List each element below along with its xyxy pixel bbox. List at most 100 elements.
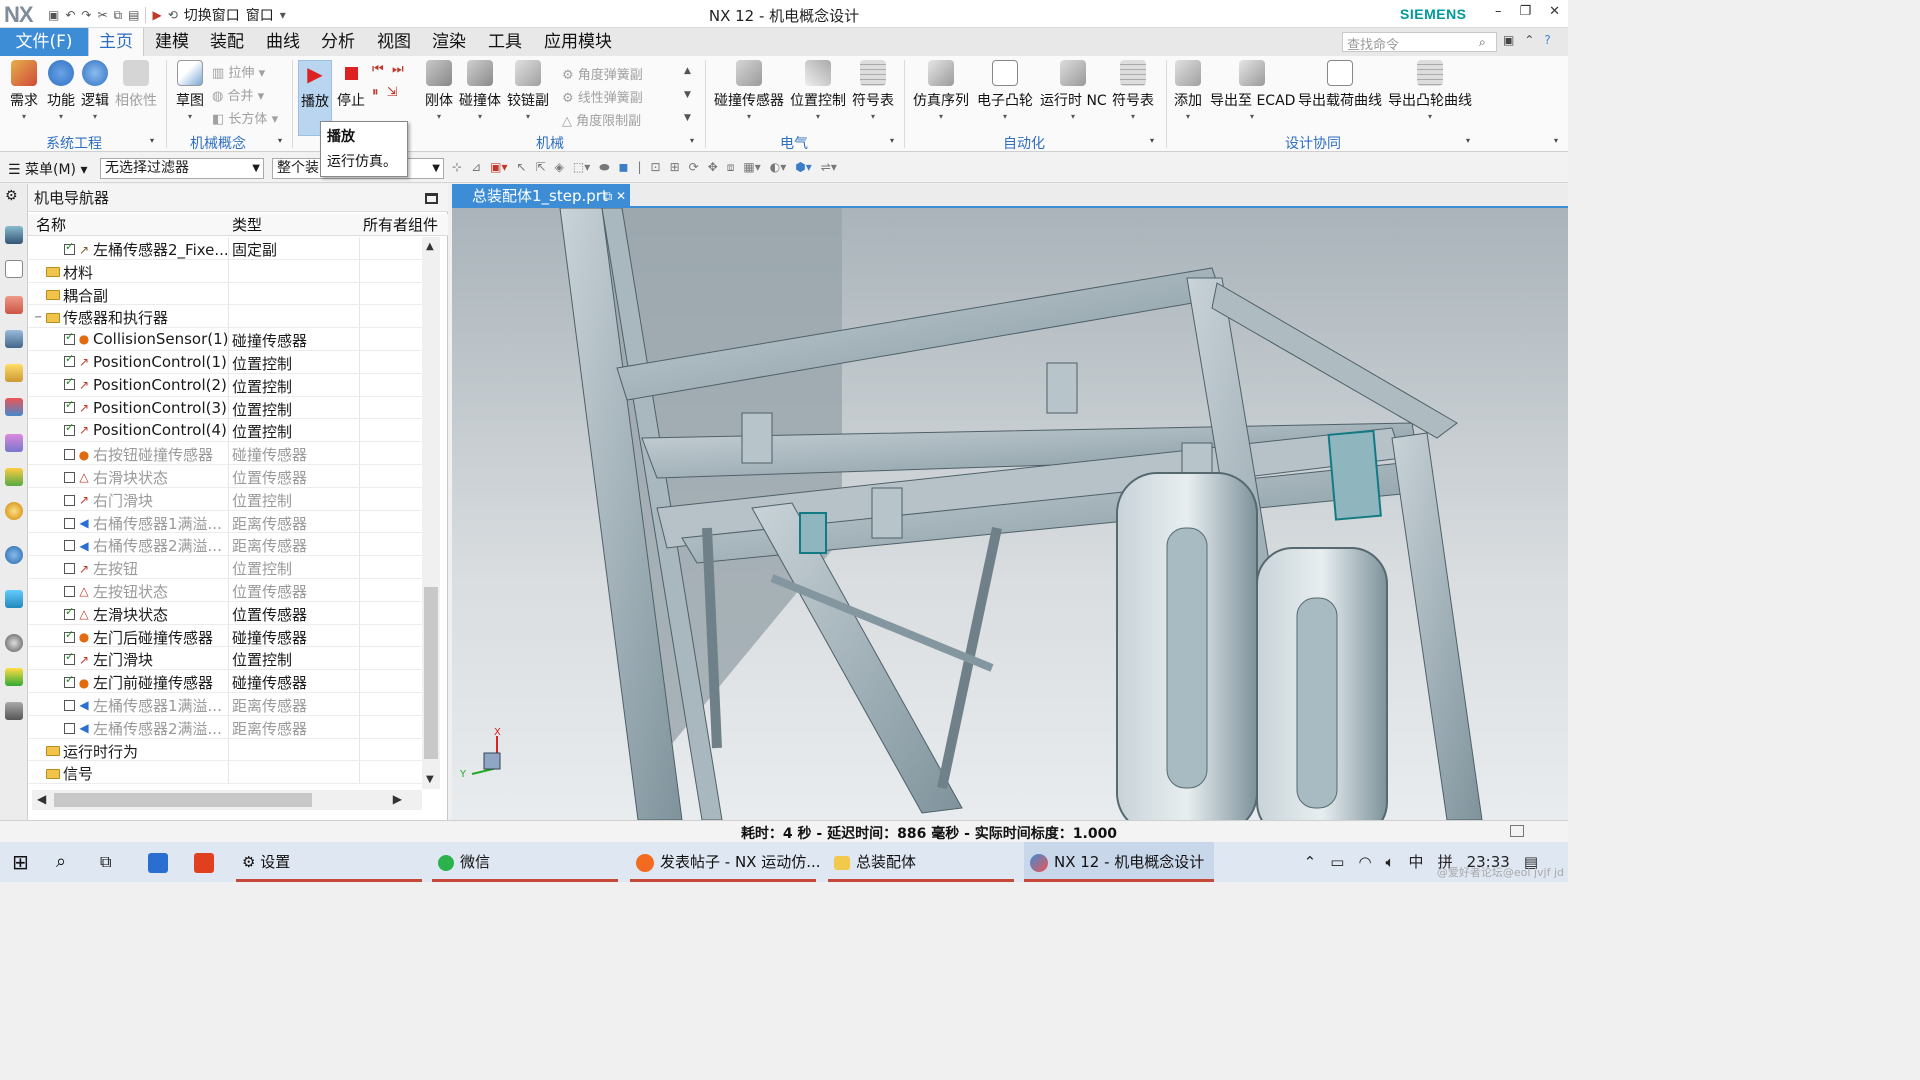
enable-checkbox[interactable]	[64, 605, 75, 620]
pan-icon[interactable]: ✥	[708, 160, 718, 175]
view-orient-icon[interactable]: ⬢▾	[795, 160, 812, 175]
tree-row[interactable]: ●CollisionSensor(1)碰撞传感器	[28, 328, 422, 351]
group-dropdown-icon[interactable]: ▾	[690, 136, 694, 145]
close-tab-icon[interactable]: ⧉ ✕	[604, 184, 626, 208]
ime-indicator[interactable]: 中	[1409, 842, 1424, 882]
cube-icon[interactable]: ◼	[618, 160, 628, 175]
wifi-icon[interactable]: ◠	[1358, 842, 1371, 882]
tree-row[interactable]: ◀ 左桶传感器2满溢... 距离传感器	[28, 715, 422, 739]
enable-checkbox[interactable]	[64, 421, 75, 436]
taskbar-explorer[interactable]: 总装配体	[828, 842, 1014, 882]
pick-icon[interactable]: ↖	[517, 160, 527, 175]
enable-checkbox[interactable]	[64, 722, 75, 734]
minimize-button[interactable]: –	[1495, 4, 1502, 19]
restore-button[interactable]: ❐	[1519, 4, 1531, 19]
tree-row[interactable]: ◀ 右桶传感器2满溢... 距离传感器	[28, 533, 422, 557]
scroll-left-icon[interactable]: ◀	[37, 792, 46, 806]
taskbar-nx[interactable]: NX 12 - 机电概念设计	[1024, 842, 1214, 882]
tray-chevron-icon[interactable]: ⌃	[1304, 842, 1317, 882]
history-icon[interactable]	[5, 502, 23, 520]
undo-icon[interactable]: ↶	[65, 8, 75, 22]
tree-row[interactable]: − 传感器和执行器	[28, 305, 422, 329]
pick-region-icon[interactable]: ⬚▾	[573, 160, 590, 175]
group-dropdown-icon[interactable]: ▾	[150, 136, 154, 145]
sketch-button[interactable]: 草图 ▾	[172, 60, 208, 121]
dependency-button[interactable]: 相依性	[114, 60, 158, 110]
runtime-nc-button[interactable]: 运行时 NC ▾	[1040, 60, 1107, 121]
tab-curve[interactable]: 曲线	[256, 28, 310, 56]
pick-multi-icon[interactable]: ⇱	[536, 160, 546, 175]
tree-row[interactable]: △ 右滑块状态 位置传感器	[28, 464, 422, 488]
tab-view[interactable]: 视图	[367, 28, 421, 56]
gallery-up-icon[interactable]: ▲	[684, 66, 691, 76]
web-browser-icon[interactable]	[5, 468, 23, 486]
enable-checkbox[interactable]	[64, 650, 75, 666]
tree-row[interactable]: △ 左按钮状态 位置传感器	[28, 578, 422, 602]
enable-checkbox[interactable]	[64, 628, 75, 643]
tree-row[interactable]: ↗PositionControl(4) 位置控制	[28, 419, 422, 443]
tree-row[interactable]: ◀ 右桶传感器1满溢... 距离传感器	[28, 510, 422, 534]
rigid-body-button[interactable]: 刚体 ▾	[424, 60, 454, 121]
perspective-icon[interactable]: ⧈	[727, 160, 735, 175]
tree-row[interactable]: ↗左桶传感器2_Fixe...固定副	[28, 237, 422, 260]
logic-button[interactable]: 逻辑 ▾	[78, 60, 112, 121]
position-control-button[interactable]: 位置控制 ▾	[790, 60, 846, 121]
tree-row[interactable]: ↗PositionControl(1) 位置控制	[28, 350, 422, 374]
enable-checkbox[interactable]	[64, 517, 75, 529]
export-load-curve-button[interactable]: 导出载荷曲线	[1298, 60, 1382, 110]
angular-spring-button[interactable]: ⚙ 角度弹簧副	[562, 64, 643, 83]
ribbon-overflow-icon[interactable]: ▾	[1554, 136, 1558, 145]
window-icon[interactable]: ▣	[1503, 33, 1514, 47]
battery-icon[interactable]: ▭	[1330, 842, 1344, 882]
group-dropdown-icon[interactable]: ▾	[890, 136, 894, 145]
block-button[interactable]: ◧ 长方体 ▾	[212, 108, 278, 127]
tab-file[interactable]: 文件(F)	[0, 28, 88, 56]
scroll-thumb[interactable]	[54, 793, 312, 807]
volume-icon[interactable]: 🔈︎	[1386, 842, 1395, 882]
function-button[interactable]: 功能 ▾	[44, 60, 78, 121]
window-menu-button[interactable]: 窗口	[246, 5, 274, 25]
tree-row[interactable]: 耦合副	[28, 282, 422, 306]
tree-row[interactable]: ↗ 右门滑块 位置控制	[28, 487, 422, 511]
enable-checkbox[interactable]	[64, 330, 75, 345]
hd3d-tools-icon[interactable]	[5, 398, 23, 416]
snap-point-icon[interactable]: ⊿	[471, 160, 481, 175]
signal-mapping-icon[interactable]	[5, 702, 23, 720]
scroll-thumb[interactable]	[424, 587, 438, 759]
tab-application[interactable]: 应用模块	[534, 28, 622, 56]
collapse-ribbon-icon[interactable]: ⌃	[1524, 33, 1534, 47]
taskbar-wechat[interactable]: 微信	[432, 842, 618, 882]
customize-dropdown-icon[interactable]: ▾	[280, 8, 286, 22]
tab-analysis[interactable]: 分析	[311, 28, 365, 56]
export-ecad-button[interactable]: 导出至 ECAD ▾	[1210, 60, 1295, 121]
tab-render[interactable]: 渲染	[422, 28, 476, 56]
tree-row[interactable]: △ 左滑块状态 位置传感器	[28, 601, 422, 625]
part-nav-icon[interactable]	[5, 330, 23, 348]
enable-checkbox[interactable]	[64, 494, 75, 506]
electronic-cam-button[interactable]: 电子凸轮 ▾	[976, 60, 1034, 121]
search-icon[interactable]: ⌕	[56, 842, 66, 882]
enable-checkbox[interactable]	[64, 673, 75, 689]
hinge-joint-button[interactable]: 铰链副 ▾	[506, 60, 550, 121]
tree-row[interactable]: ●左门前碰撞传感器碰撞传感器	[28, 670, 422, 693]
close-button[interactable]: ✕	[1549, 4, 1560, 19]
gallery-down-icon[interactable]: ▼	[684, 90, 691, 100]
settings-icon[interactable]: ⚙	[5, 188, 23, 206]
help-icon[interactable]: ?	[1544, 33, 1550, 47]
tree-row[interactable]: ↗左门滑块 位置控制	[28, 647, 422, 671]
pause-button[interactable]: ⏸ ⇲	[372, 85, 398, 100]
group-dropdown-icon[interactable]: ▾	[278, 136, 282, 145]
scroll-down-icon[interactable]: ▼	[426, 774, 434, 785]
column-header-type[interactable]: 类型	[232, 214, 262, 236]
enable-checkbox[interactable]	[64, 449, 75, 461]
save-icon[interactable]: ▣	[48, 8, 59, 22]
symbol-table-2-button[interactable]: 符号表 ▾	[1112, 60, 1154, 121]
export-cam-curve-button[interactable]: 导出凸轮曲线 ▾	[1388, 60, 1472, 121]
taskbar-settings[interactable]: ⚙ 设置	[236, 842, 422, 882]
linear-spring-button[interactable]: ⚙ 线性弹簧副	[562, 87, 643, 106]
tree-row[interactable]: ●左门后碰撞传感器碰撞传感器	[28, 624, 422, 648]
tree-row[interactable]: 材料	[28, 259, 422, 283]
roles-icon[interactable]	[5, 590, 23, 608]
navigator-vertical-scrollbar[interactable]: ▲ ▼	[422, 237, 440, 789]
column-header-name[interactable]: 名称	[36, 214, 66, 236]
